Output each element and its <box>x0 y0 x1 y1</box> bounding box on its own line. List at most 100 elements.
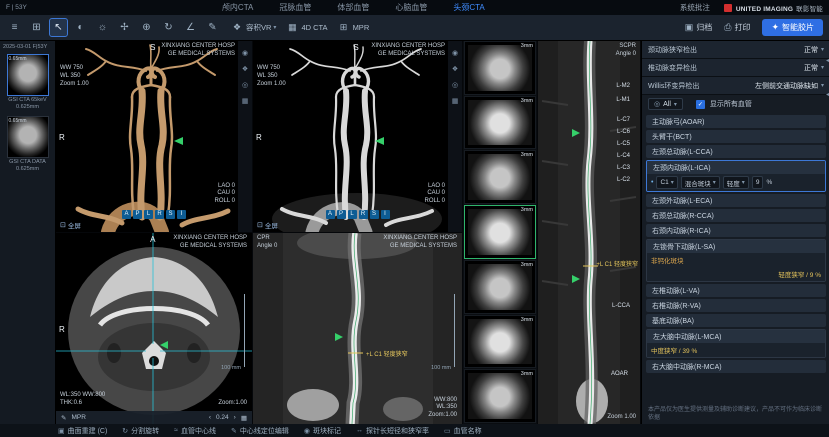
contrast-tool[interactable]: ◐ <box>72 19 89 36</box>
orient-s-button[interactable]: S <box>370 210 379 219</box>
finding-willis-variation[interactable]: Willis环变异检出 左侧前交通动脉缺如 ▾ <box>642 77 829 95</box>
stenosis-result: 轻度狭窄 / 9 % <box>778 269 821 279</box>
vessel-row-l-va[interactable]: 左椎动脉(L-VA) <box>646 284 826 297</box>
cross-section-tile[interactable]: 3mm <box>464 41 536 95</box>
tool-split-rotate[interactable]: ↻ 分割旋转 <box>122 426 159 436</box>
logo-mark-icon <box>724 4 732 12</box>
zoom-tool[interactable]: ⊕ <box>138 19 155 36</box>
stenosis-annotation[interactable]: +L C1 轻度狭窄 <box>366 349 408 358</box>
series-thumbnail-2[interactable]: 0.65mm <box>7 116 49 158</box>
orient-r-button[interactable]: R <box>155 210 164 219</box>
window-info: WL:350 WW:800 THK:0.6 <box>60 392 105 408</box>
window-level-tool[interactable]: ☼ <box>94 19 111 36</box>
orientation-buttons: A P L R S I <box>122 210 186 219</box>
stenosis-percent-input[interactable]: 9 <box>752 176 764 189</box>
slider-value[interactable]: 0.24 <box>216 414 229 421</box>
cross-section-tile[interactable]: 3mm <box>464 150 536 204</box>
vessel-row-l-mca[interactable]: 左大脑中动脉(L-MCA) <box>647 330 825 343</box>
print-button[interactable]: ⎙ 打印 <box>724 22 750 33</box>
measure-angle-tool[interactable]: ∠ <box>182 19 199 36</box>
tool-plaque-mark[interactable]: ◉ 斑块标记 <box>304 426 341 436</box>
camera-icon[interactable]: ◉ <box>242 49 248 57</box>
layout-grid-icon[interactable]: ⊞ <box>28 19 45 36</box>
cross-section-tile-selected[interactable]: 3mm <box>464 205 536 259</box>
show-all-checkbox[interactable]: ✓ <box>696 100 705 109</box>
segment-select[interactable]: C1 ▾ <box>656 176 677 189</box>
layout-icon[interactable]: ▦ <box>452 97 459 105</box>
series-thumbnail-1[interactable]: 0.65mm <box>7 54 49 96</box>
orient-r-button[interactable]: R <box>359 210 368 219</box>
system-annotation-menu[interactable]: 系统批注 <box>680 2 710 13</box>
orient-p-button[interactable]: P <box>337 210 346 219</box>
layout-icon[interactable]: ▦ <box>242 97 249 105</box>
vessel-row-l-eca[interactable]: 左颈外动脉(L-ECA) <box>646 194 826 207</box>
finding-carotid-stenosis[interactable]: 颈动脉狭窄检出 正常 ▾ <box>642 41 829 59</box>
camera-icon[interactable]: ◉ <box>452 49 458 57</box>
pencil-icon[interactable]: ✎ <box>61 414 66 422</box>
vessel-row-r-cca[interactable]: 右颈总动脉(R-CCA) <box>646 209 826 222</box>
orient-l-button[interactable]: L <box>144 210 153 219</box>
volume-vr-tool[interactable]: ❖ 容积VR ▾ <box>230 21 276 35</box>
tool-probe-diameter-stenosis[interactable]: ↔ 探针长短径和狭窄率 <box>356 426 429 436</box>
lao-value: LAO 0 <box>425 183 445 191</box>
orient-a-button[interactable]: A <box>122 210 131 219</box>
cross-section-tile[interactable]: 3mm <box>464 260 536 314</box>
slider-decrease-icon[interactable]: ‹ <box>209 414 211 421</box>
cross-section-tile[interactable]: 3mm <box>464 369 536 423</box>
tab-body-vessels[interactable]: 体部血管 <box>337 2 369 13</box>
vessel-row-l-cca[interactable]: 左颈总动脉(L-CCA) <box>646 145 826 158</box>
tab-cardio-cerebral[interactable]: 心脑血管 <box>395 2 427 13</box>
pan-tool[interactable]: ✢ <box>116 19 133 36</box>
viewport-mip[interactable]: S R XINXIANG CENTER HOSP GE MEDICAL SYST… <box>253 41 462 232</box>
annotate-tool[interactable]: ✎ <box>204 19 221 36</box>
fullscreen-button[interactable]: ⊡ 全屏 <box>257 220 278 230</box>
slider-increase-icon[interactable]: › <box>234 414 236 421</box>
tool-vessel-centerline[interactable]: ≈ 血管中心线 <box>174 426 216 436</box>
orient-a-button[interactable]: A <box>326 210 335 219</box>
tool-curved-reconstruction[interactable]: ▣ 曲面重建 (C) <box>58 426 107 436</box>
tool-vessel-name[interactable]: ▭ 血管名称 <box>444 426 482 436</box>
finding-vertebral-variation[interactable]: 椎动脉变异检出 正常 ▾ <box>642 59 829 77</box>
smart-film-button[interactable]: ✦ 智能胶片 <box>762 19 823 36</box>
cube-icon[interactable]: ❖ <box>242 65 248 73</box>
stenosis-degree-select[interactable]: 轻度 ▾ <box>723 176 749 189</box>
vessel-row-aoar[interactable]: 主动脉弓(AOAR) <box>646 115 826 128</box>
vessel-row-r-ica[interactable]: 右颈内动脉(R-ICA) <box>646 224 826 237</box>
target-icon[interactable]: ◎ <box>452 81 458 89</box>
plaque-type-select[interactable]: 混合斑块 ▾ <box>681 176 720 189</box>
orient-s-button[interactable]: S <box>166 210 175 219</box>
vessel-row-r-mca[interactable]: 右大脑中动脉(R-MCA) <box>646 360 826 373</box>
vessel-row-r-va[interactable]: 右椎动脉(R-VA) <box>646 299 826 312</box>
vessel-row-l-sa[interactable]: 左锁骨下动脉(L-SA) <box>647 240 825 253</box>
viewport-3d-vr[interactable]: S R XINXIANG CENTER HOSP GE MEDICAL SYST… <box>56 41 252 232</box>
viewport-straightened-cpr[interactable]: SCPR Angle 0 L-M2 L-M1 L-C7 L-C6 L-C5 L-… <box>538 41 640 424</box>
tool-centerline-edit[interactable]: ✎ 中心线定位编辑 <box>231 426 289 436</box>
layout-icon[interactable]: ▦ <box>241 414 247 422</box>
viewport-cpr[interactable]: CPR Angle 0 XINXIANG CENTER HOSP GE MEDI… <box>253 233 462 424</box>
fullscreen-button[interactable]: ⊡ 全屏 <box>60 220 81 230</box>
cube-icon[interactable]: ❖ <box>452 65 458 73</box>
cta-4d-tool[interactable]: ▦ 4D CTA <box>285 21 327 35</box>
viewport-axial[interactable]: A R XINXIANG CENTER HOSP GE MEDICAL SYST… <box>56 233 252 424</box>
cross-section-tile[interactable]: 3mm <box>464 96 536 150</box>
stenosis-annotation[interactable]: +L C1 轻度狭窄 <box>596 259 638 268</box>
orient-p-button[interactable]: P <box>133 210 142 219</box>
list-menu-icon[interactable]: ≡ <box>6 19 23 36</box>
tab-coronary[interactable]: 冠脉血管 <box>279 2 311 13</box>
archive-button[interactable]: ▣ 归档 <box>685 22 713 33</box>
tab-head-neck-cta[interactable]: 头颈CTA <box>453 2 484 13</box>
vessel-row-l-ica[interactable]: 左颈内动脉(L-ICA) <box>647 161 825 174</box>
mpr-tool[interactable]: ⊞ MPR <box>337 21 370 35</box>
vessel-row-bct[interactable]: 头臂干(BCT) <box>646 130 826 143</box>
cross-section-tile[interactable]: 3mm <box>464 315 536 369</box>
rotate-tool[interactable]: ↻ <box>160 19 177 36</box>
orientation-marker-s: S <box>150 43 155 53</box>
select-cursor-tool[interactable]: ↖ <box>50 19 67 36</box>
target-icon[interactable]: ◎ <box>242 81 248 89</box>
orient-l-button[interactable]: L <box>348 210 357 219</box>
orient-i-button[interactable]: I <box>381 210 390 219</box>
vessel-filter-dropdown[interactable]: ◎ All ▾ <box>648 98 683 110</box>
tab-intracranial-cta[interactable]: 颅内CTA <box>222 2 253 13</box>
orient-i-button[interactable]: I <box>177 210 186 219</box>
vessel-row-ba[interactable]: 基底动脉(BA) <box>646 314 826 327</box>
